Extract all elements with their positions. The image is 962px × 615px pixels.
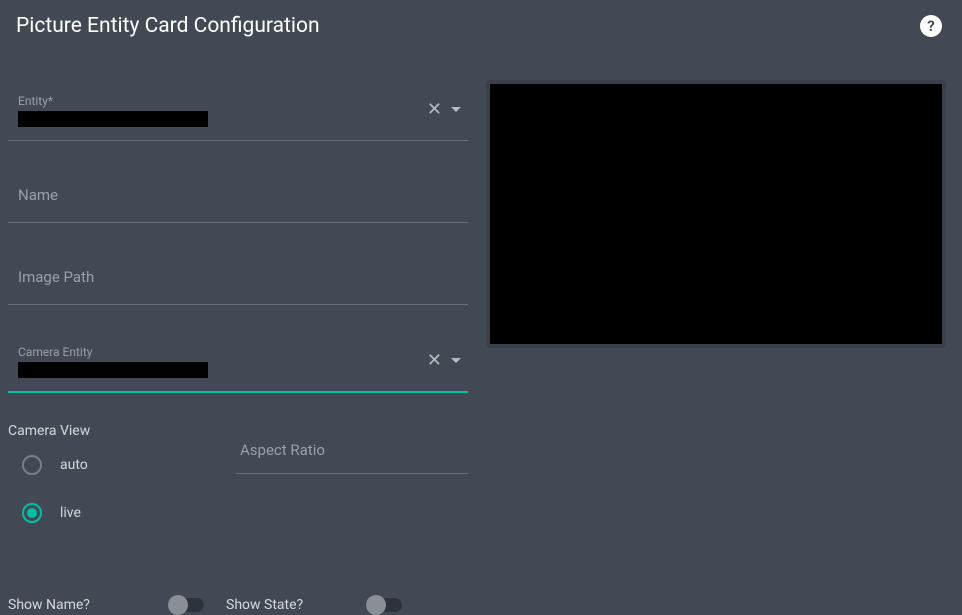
show-state-group: Show State? (226, 597, 402, 613)
aspect-ratio-field[interactable]: Aspect Ratio (236, 427, 468, 474)
radio-option-auto[interactable]: auto (8, 455, 208, 475)
name-label: Name (18, 186, 58, 204)
camera-view-block: Camera View auto live (8, 423, 208, 551)
image-path-label: Image Path (18, 268, 94, 286)
camera-entity-dropdown-icon[interactable] (450, 357, 462, 365)
camera-entity-field[interactable]: Camera Entity ✕ (8, 331, 468, 393)
card-preview (486, 80, 946, 348)
show-state-label: Show State? (226, 597, 366, 613)
show-name-toggle[interactable] (168, 598, 204, 612)
camera-entity-value (18, 362, 208, 378)
radio-live[interactable] (22, 503, 42, 523)
show-state-toggle[interactable] (366, 598, 402, 612)
radio-option-live[interactable]: live (8, 503, 208, 523)
clear-camera-entity-icon[interactable]: ✕ (427, 352, 442, 370)
radio-live-dot (27, 508, 37, 518)
radio-live-label: live (60, 505, 81, 521)
show-state-toggle-knob (366, 595, 386, 615)
entity-value (18, 111, 208, 127)
show-name-toggle-knob (168, 595, 188, 615)
show-name-label: Show Name? (8, 597, 168, 613)
entity-field[interactable]: Entity* ✕ (8, 80, 468, 141)
show-name-group: Show Name? (8, 597, 204, 613)
camera-entity-label: Camera Entity (18, 345, 468, 359)
image-path-field[interactable]: Image Path (8, 249, 468, 305)
dialog-header: Picture Entity Card Configuration ? (0, 0, 962, 50)
dialog-content: Entity* ✕ Name Image Path Camera Entity (0, 50, 962, 613)
form-column: Entity* ✕ Name Image Path Camera Entity (8, 80, 468, 613)
help-icon[interactable]: ? (920, 15, 942, 37)
dialog-title: Picture Entity Card Configuration (16, 14, 320, 38)
radio-auto-label: auto (60, 457, 88, 473)
aspect-ratio-block: Aspect Ratio (236, 423, 468, 551)
camera-view-aspect-row: Camera View auto live Aspect Ratio (8, 423, 468, 551)
preview-column (486, 80, 946, 613)
radio-auto[interactable] (22, 455, 42, 475)
entity-label: Entity* (18, 94, 468, 108)
name-field[interactable]: Name (8, 167, 468, 223)
entity-dropdown-icon[interactable] (450, 106, 462, 114)
toggle-row: Show Name? Show State? (8, 597, 468, 613)
camera-view-label: Camera View (8, 423, 208, 439)
aspect-ratio-label: Aspect Ratio (240, 441, 325, 459)
clear-entity-icon[interactable]: ✕ (427, 101, 442, 119)
